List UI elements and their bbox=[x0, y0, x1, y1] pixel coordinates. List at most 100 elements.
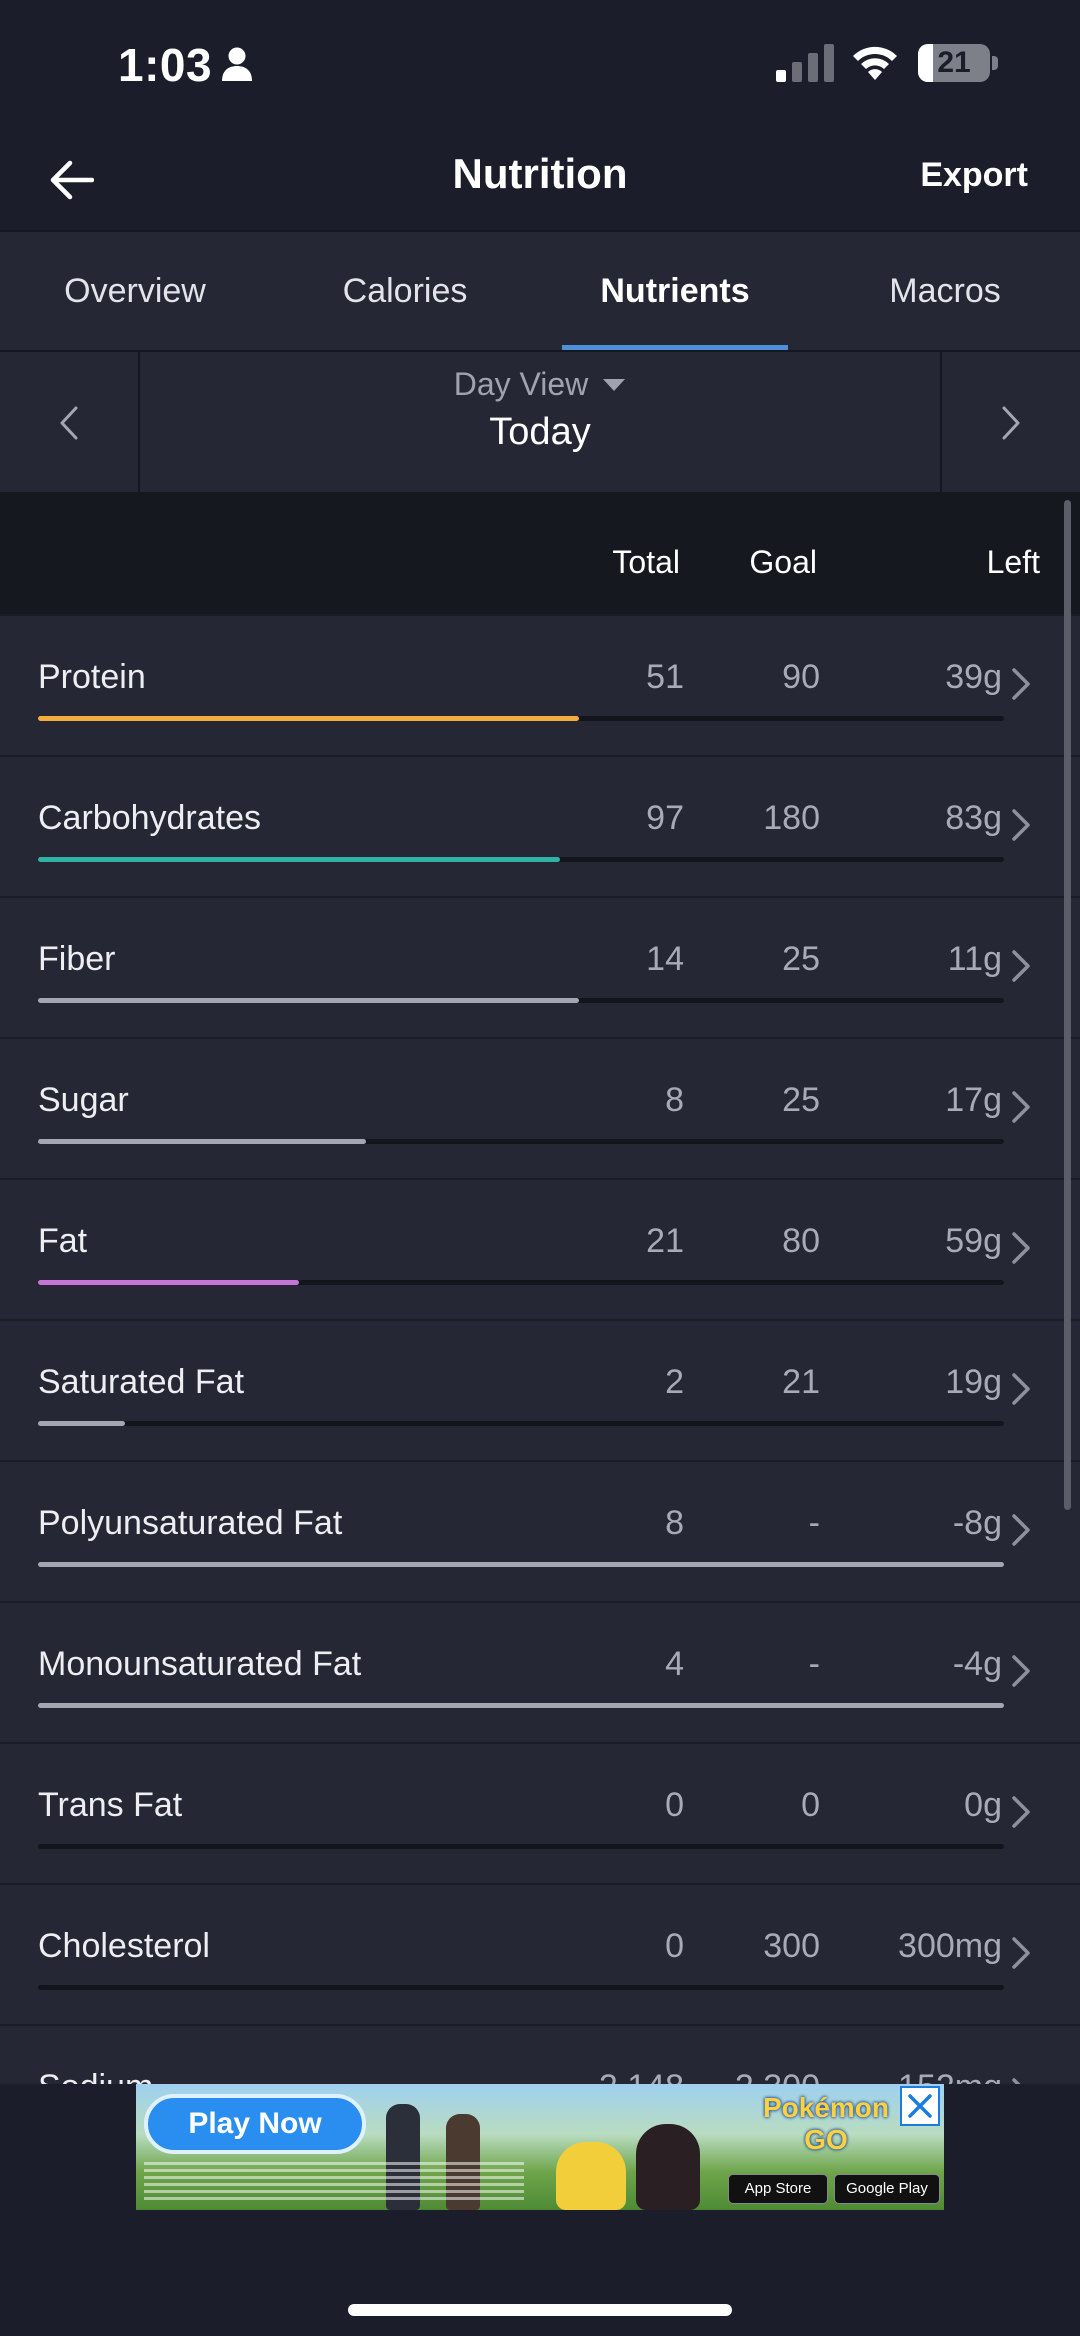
nutrient-goal: 90 bbox=[782, 658, 820, 696]
progress-track bbox=[38, 1280, 1004, 1285]
nutrient-total: 2 bbox=[665, 1363, 684, 1401]
chevron-right-icon bbox=[1002, 406, 1020, 440]
nutrient-row-carbohydrates[interactable]: Carbohydrates 97 180 83g bbox=[0, 755, 1080, 896]
nutrient-name: Sodium bbox=[38, 2068, 153, 2084]
nutrient-goal: 300 bbox=[763, 1927, 820, 1965]
nutrient-left: 300mg bbox=[898, 1927, 1002, 1965]
nutrient-table-header: Total Goal Left bbox=[0, 492, 1080, 614]
chevron-right-icon bbox=[1012, 950, 1030, 982]
chevron-right-icon bbox=[1012, 1796, 1030, 1828]
progress-fill bbox=[38, 857, 560, 862]
nutrient-left: 0g bbox=[964, 1786, 1002, 1824]
nutrient-goal: 0 bbox=[801, 1786, 820, 1824]
progress-track bbox=[38, 1844, 1004, 1849]
status-time: 1:03 bbox=[118, 39, 213, 91]
nutrient-row-polyunsaturated-fat[interactable]: Polyunsaturated Fat 8 - -8g bbox=[0, 1460, 1080, 1601]
wifi-icon bbox=[853, 46, 897, 80]
export-button[interactable]: Export bbox=[920, 156, 1028, 195]
nutrient-total: 4 bbox=[665, 1645, 684, 1683]
battery-indicator: 21 bbox=[918, 44, 998, 82]
previous-day-button[interactable] bbox=[0, 352, 140, 494]
nutrient-name: Fiber bbox=[38, 940, 116, 978]
nutrient-total: 0 bbox=[665, 1927, 684, 1965]
nutrient-name: Trans Fat bbox=[38, 1786, 183, 1824]
nutrient-row-protein[interactable]: Protein 51 90 39g bbox=[0, 614, 1080, 755]
battery-percent: 21 bbox=[937, 46, 971, 79]
chevron-right-icon bbox=[1012, 1091, 1030, 1123]
column-header-left: Left bbox=[986, 544, 1040, 580]
ad-play-now-button[interactable]: Play Now bbox=[144, 2094, 366, 2154]
progress-fill bbox=[38, 1280, 299, 1285]
progress-fill bbox=[38, 1562, 1004, 1567]
nutrient-list: Protein 51 90 39g Carbohydrates 97 180 8… bbox=[0, 614, 1080, 2084]
tab-macros[interactable]: Macros bbox=[810, 232, 1080, 350]
date-selector[interactable]: Day View Today bbox=[140, 352, 940, 494]
scrollbar[interactable] bbox=[1064, 500, 1071, 1510]
chevron-right-icon bbox=[1012, 1937, 1030, 1969]
progress-track bbox=[38, 1421, 1004, 1426]
view-mode-label: Day View bbox=[453, 366, 589, 402]
nutrient-total: 2,148 bbox=[599, 2068, 684, 2084]
nutrient-total: 0 bbox=[665, 1786, 684, 1824]
nutrient-goal: 25 bbox=[782, 1081, 820, 1119]
tab-calories[interactable]: Calories bbox=[270, 232, 540, 350]
tab-nutrients[interactable]: Nutrients bbox=[540, 232, 810, 350]
nutrient-goal: 80 bbox=[782, 1222, 820, 1260]
nutrient-name: Protein bbox=[38, 658, 146, 696]
nutrient-total: 21 bbox=[646, 1222, 684, 1260]
date-navigator: Day View Today bbox=[0, 350, 1080, 494]
ad-pikachu-image bbox=[556, 2142, 626, 2210]
nutrient-goal: 180 bbox=[763, 799, 820, 837]
view-mode-dropdown[interactable]: Day View bbox=[454, 366, 627, 403]
nutrient-row-trans-fat[interactable]: Trans Fat 0 0 0g bbox=[0, 1742, 1080, 1883]
nutrient-row-sodium[interactable]: Sodium 2,148 2,300 152mg bbox=[0, 2024, 1080, 2084]
nutrient-name: Carbohydrates bbox=[38, 799, 262, 837]
progress-track bbox=[38, 1562, 1004, 1567]
nutrient-total: 97 bbox=[646, 799, 684, 837]
ad-character-image bbox=[636, 2124, 700, 2210]
back-arrow-icon bbox=[50, 160, 94, 200]
chevron-right-icon bbox=[1012, 1655, 1030, 1687]
page-title: Nutrition bbox=[452, 150, 628, 197]
nutrient-row-monounsaturated-fat[interactable]: Monounsaturated Fat 4 - -4g bbox=[0, 1601, 1080, 1742]
next-day-button[interactable] bbox=[940, 352, 1080, 494]
ad-fine-print bbox=[144, 2162, 524, 2204]
nutrient-row-fiber[interactable]: Fiber 14 25 11g bbox=[0, 896, 1080, 1037]
nutrient-row-cholesterol[interactable]: Cholesterol 0 300 300mg bbox=[0, 1883, 1080, 2024]
ad-area: Play Now Pokémon GO App Store Google Pla… bbox=[0, 2084, 1080, 2336]
nutrient-goal: - bbox=[808, 1504, 820, 1542]
close-icon bbox=[908, 2094, 932, 2118]
nutrient-left: 19g bbox=[945, 1363, 1002, 1401]
chevron-right-icon bbox=[1012, 1373, 1030, 1405]
nutrient-goal: 2,300 bbox=[735, 2068, 820, 2084]
chevron-right-icon bbox=[1012, 2078, 1021, 2084]
tab-overview[interactable]: Overview bbox=[0, 232, 270, 350]
home-indicator[interactable] bbox=[348, 2304, 732, 2316]
ad-brand-logo: Pokémon GO bbox=[762, 2092, 890, 2155]
progress-track bbox=[38, 998, 1004, 1003]
progress-track bbox=[38, 1985, 1004, 1990]
date-label: Today bbox=[489, 411, 591, 453]
nutrient-left: 17g bbox=[945, 1081, 1002, 1119]
nutrient-row-sugar[interactable]: Sugar 8 25 17g bbox=[0, 1037, 1080, 1178]
nutrient-row-saturated-fat[interactable]: Saturated Fat 2 21 19g bbox=[0, 1319, 1080, 1460]
ad-banner[interactable]: Play Now Pokémon GO App Store Google Pla… bbox=[136, 2084, 944, 2210]
progress-fill bbox=[38, 998, 579, 1003]
chevron-right-icon bbox=[1012, 1232, 1030, 1264]
nutrient-left: -8g bbox=[952, 1504, 1002, 1542]
progress-track bbox=[38, 716, 1004, 721]
nutrient-name: Sugar bbox=[38, 1081, 129, 1119]
chevron-right-icon bbox=[1012, 809, 1030, 841]
back-button[interactable] bbox=[36, 148, 106, 212]
progress-track bbox=[38, 857, 1004, 862]
nutrient-row-fat[interactable]: Fat 21 80 59g bbox=[0, 1178, 1080, 1319]
google-play-badge[interactable]: Google Play bbox=[834, 2174, 940, 2204]
nutrient-total: 51 bbox=[646, 658, 684, 696]
app-store-badge[interactable]: App Store bbox=[728, 2174, 828, 2204]
person-icon bbox=[222, 47, 252, 81]
nutrient-left: 11g bbox=[947, 940, 1002, 978]
ad-close-button[interactable] bbox=[900, 2086, 940, 2126]
progress-fill bbox=[38, 1703, 1004, 1708]
chevron-left-icon bbox=[60, 406, 78, 440]
nutrient-left: 39g bbox=[945, 658, 1002, 696]
